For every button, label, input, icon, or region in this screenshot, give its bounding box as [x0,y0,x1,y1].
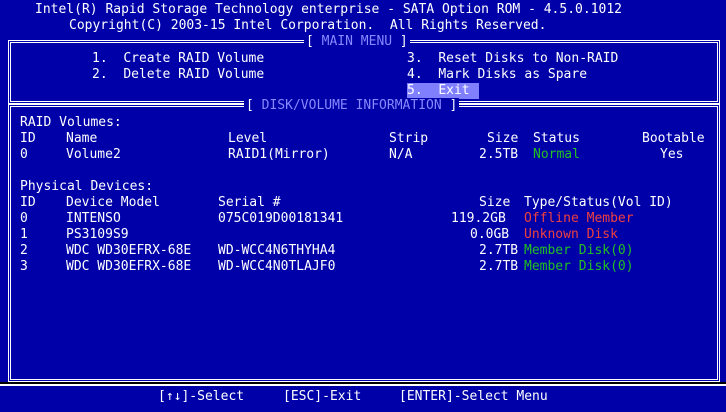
main-menu-title: [ MAIN MENU ] [304,34,410,50]
raid-col-name: Name [66,131,98,146]
disk-volume-info-title: [ DISK/VOLUME INFORMATION ] [244,98,460,114]
raid-col-status: Status [533,131,580,146]
phys-row-id: 0 [20,211,28,226]
header-bar: Intel(R) Rapid Storage Technology enterp… [0,0,726,36]
raid-row-id: 0 [20,147,28,162]
phys-row-status: Offline Member [524,211,634,226]
phys-row-model: WDC WD30EFRX-68E [66,243,192,258]
raid-row-level: RAID1(Mirror) [228,147,330,162]
footer-hint-bar: [↑↓]-Select [ESC]-Exit [ENTER]-Select Me… [0,384,726,412]
phys-row-size: 2.7TB [479,243,519,258]
menu-item-number: 4. [407,67,423,82]
menu-item-mark-spare[interactable]: 4. Mark Disks as Spare [407,67,587,83]
raid-row-bootable: Yes [660,147,684,162]
menu-item-label: Create RAID Volume [123,51,265,66]
raid-col-level: Level [228,131,268,146]
bios-title: Intel(R) Rapid Storage Technology enterp… [35,2,622,17]
hint-enter: [ENTER]-Select Menu [399,389,548,404]
phys-row-id: 3 [20,259,28,274]
phys-col-type-status: Type/Status(Vol ID) [524,195,673,210]
phys-row-model: INTENSO [66,211,121,226]
menu-item-number: 2. [92,67,108,82]
phys-row-status: Member Disk(0) [524,259,634,274]
raid-col-size: Size [487,131,519,146]
menu-item-delete-raid[interactable]: 2. Delete RAID Volume [92,67,264,83]
phys-row-serial: 075C019D00181341 [218,211,344,226]
raid-col-strip: Strip [389,131,429,146]
copyright-notice: Copyright(C) 2003-15 Intel Corporation. … [69,18,547,33]
menu-item-exit[interactable]: 5. Exit [407,83,479,99]
raid-row-name: Volume2 [66,147,121,162]
physical-devices-heading: Physical Devices: [20,179,154,194]
disk-volume-info-label: DISK/VOLUME INFORMATION [261,98,442,113]
menu-item-label: Reset Disks to Non-RAID [438,51,619,66]
phys-col-size: Size [479,195,511,210]
phys-row-id: 2 [20,243,28,258]
phys-col-id: ID [20,195,36,210]
menu-item-number: 5. [407,83,423,98]
main-menu-label: MAIN MENU [321,34,393,49]
menu-item-label: Mark Disks as Spare [438,67,588,82]
raid-col-id: ID [20,131,36,146]
raid-row-strip: N/A [389,147,413,162]
phys-row-serial: WD-WCC4N0TLAJF0 [218,259,336,274]
hint-select: [↑↓]-Select [158,389,245,404]
phys-row-serial: WD-WCC4N6THYHA4 [218,243,336,258]
raid-col-bootable: Bootable [642,131,705,146]
phys-row-status: Unknown Disk [524,227,618,242]
raid-volumes-heading: RAID Volumes: [20,115,122,130]
raid-row-status: Normal [533,147,580,162]
raid-row-size: 2.5TB [479,147,519,162]
phys-row-size: 119.2GB [451,211,506,226]
phys-col-serial: Serial # [218,195,281,210]
phys-row-size: 0.0GB [470,227,510,242]
menu-item-create-raid[interactable]: 1. Create RAID Volume [92,51,264,67]
menu-item-number: 3. [407,51,423,66]
phys-row-model: PS3109S9 [66,227,129,242]
phys-row-id: 1 [20,227,28,242]
phys-col-model: Device Model [66,195,160,210]
hint-exit: [ESC]-Exit [283,389,362,404]
phys-row-status: Member Disk(0) [524,243,634,258]
menu-item-label: Exit [438,83,470,98]
menu-item-number: 1. [92,51,108,66]
phys-row-model: WDC WD30EFRX-68E [66,259,192,274]
menu-item-label: Delete RAID Volume [123,67,265,82]
phys-row-size: 2.7TB [479,259,519,274]
menu-item-reset-disks[interactable]: 3. Reset Disks to Non-RAID [407,51,618,67]
